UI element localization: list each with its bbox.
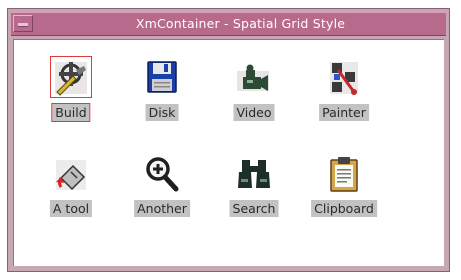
spatial-grid-container: Build Disk Video Painter A tool Another … bbox=[13, 39, 444, 266]
title-bar[interactable]: XmContainer - Spatial Grid Style bbox=[11, 12, 446, 36]
painter-icon bbox=[330, 62, 358, 95]
magnifier-icon bbox=[146, 157, 179, 192]
icon-label: Video bbox=[233, 104, 275, 121]
icon-item-another[interactable]: Another bbox=[117, 154, 207, 244]
paint-bucket-icon bbox=[56, 160, 86, 191]
clipboard-icon bbox=[330, 157, 358, 192]
icon-item-a-tool[interactable]: A tool bbox=[26, 154, 116, 244]
icon-label: Clipboard bbox=[311, 200, 377, 217]
icon-item-video[interactable]: Video bbox=[209, 58, 299, 148]
icon-label: Search bbox=[229, 200, 279, 217]
window-menu-button[interactable] bbox=[13, 15, 33, 32]
video-camera-icon bbox=[237, 64, 269, 91]
icon-label: Build bbox=[51, 103, 91, 122]
icon-item-painter[interactable]: Painter bbox=[299, 58, 389, 148]
icon-item-clipboard[interactable]: Clipboard bbox=[299, 154, 389, 244]
binoculars-icon bbox=[238, 160, 270, 188]
icon-item-build[interactable]: Build bbox=[26, 56, 116, 148]
floppy-disk-icon bbox=[147, 61, 177, 93]
window-menu-icon bbox=[18, 23, 28, 27]
icon-item-search[interactable]: Search bbox=[209, 154, 299, 244]
icon-label: Painter bbox=[319, 104, 369, 121]
icon-label: A tool bbox=[49, 200, 93, 217]
icon-label: Another bbox=[134, 200, 190, 217]
app-window: XmContainer - Spatial Grid Style Build D… bbox=[7, 8, 450, 272]
icon-label: Disk bbox=[145, 104, 179, 121]
icon-item-disk[interactable]: Disk bbox=[117, 58, 207, 148]
window-title: XmContainer - Spatial Grid Style bbox=[135, 16, 346, 31]
build-tools-icon bbox=[55, 62, 87, 96]
